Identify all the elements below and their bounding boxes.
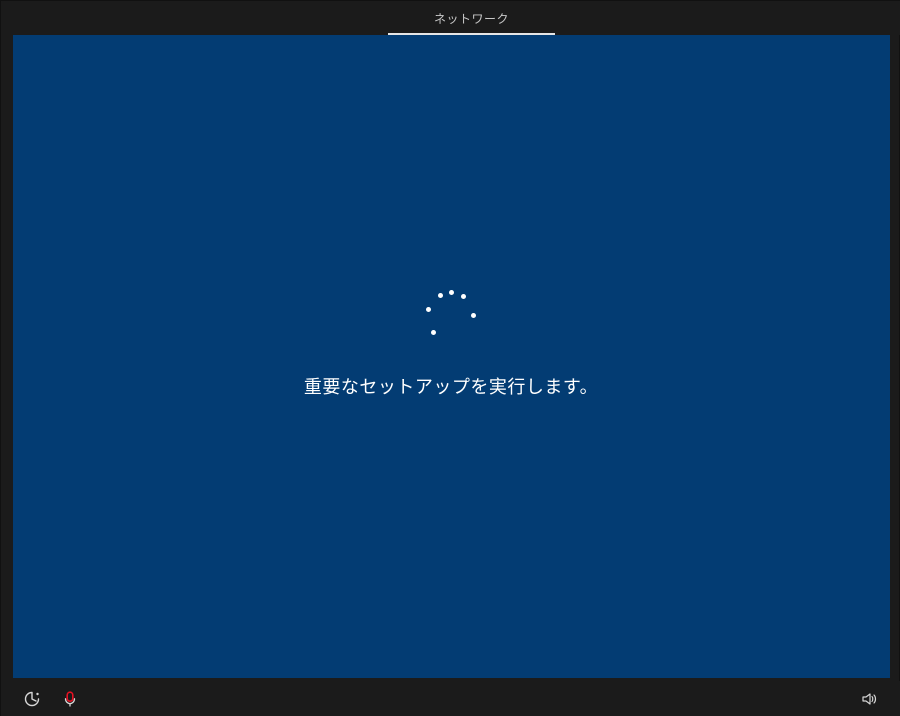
volume-icon[interactable] — [859, 689, 879, 709]
ease-of-access-icon[interactable] — [22, 689, 42, 709]
tab-network: ネットワーク — [388, 1, 555, 35]
microphone-icon[interactable] — [60, 689, 80, 709]
spinner-dot — [449, 290, 454, 295]
tab-network-label: ネットワーク — [433, 11, 509, 26]
spinner-dot — [426, 307, 431, 312]
top-bar: ネットワーク — [1, 1, 900, 35]
spinner-dot — [461, 294, 466, 299]
bottom-bar — [1, 681, 900, 716]
setup-status-text: 重要なセットアップを実行します。 — [303, 377, 599, 398]
spinner-dot — [431, 330, 436, 335]
loading-spinner-icon — [421, 287, 481, 337]
spinner-dot — [438, 293, 443, 298]
oobe-window: ネットワーク 重要なセットアップを実行します。 — [0, 0, 900, 716]
spinner-dot — [471, 313, 476, 318]
main-content-area — [13, 35, 890, 678]
